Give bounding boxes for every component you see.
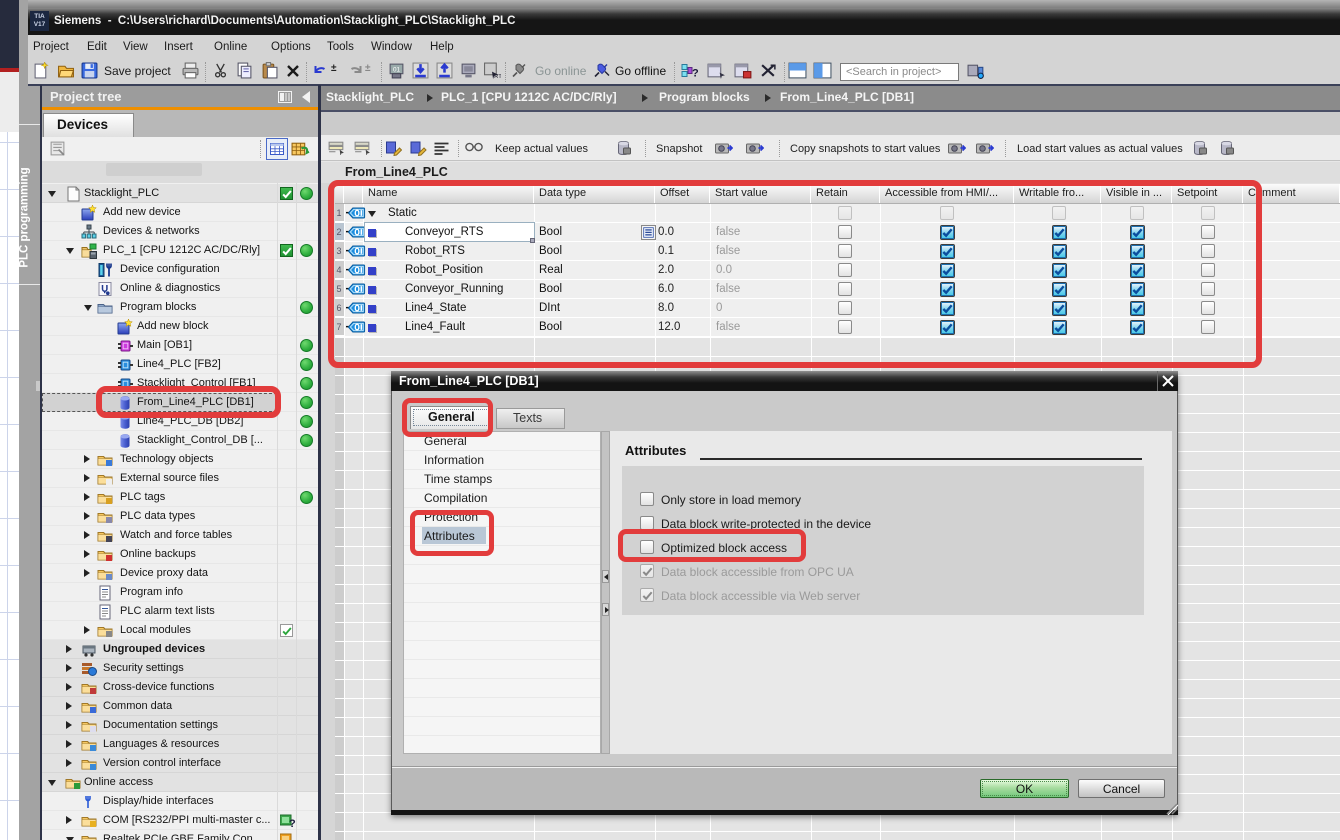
svg-text:?: ? <box>289 818 296 828</box>
